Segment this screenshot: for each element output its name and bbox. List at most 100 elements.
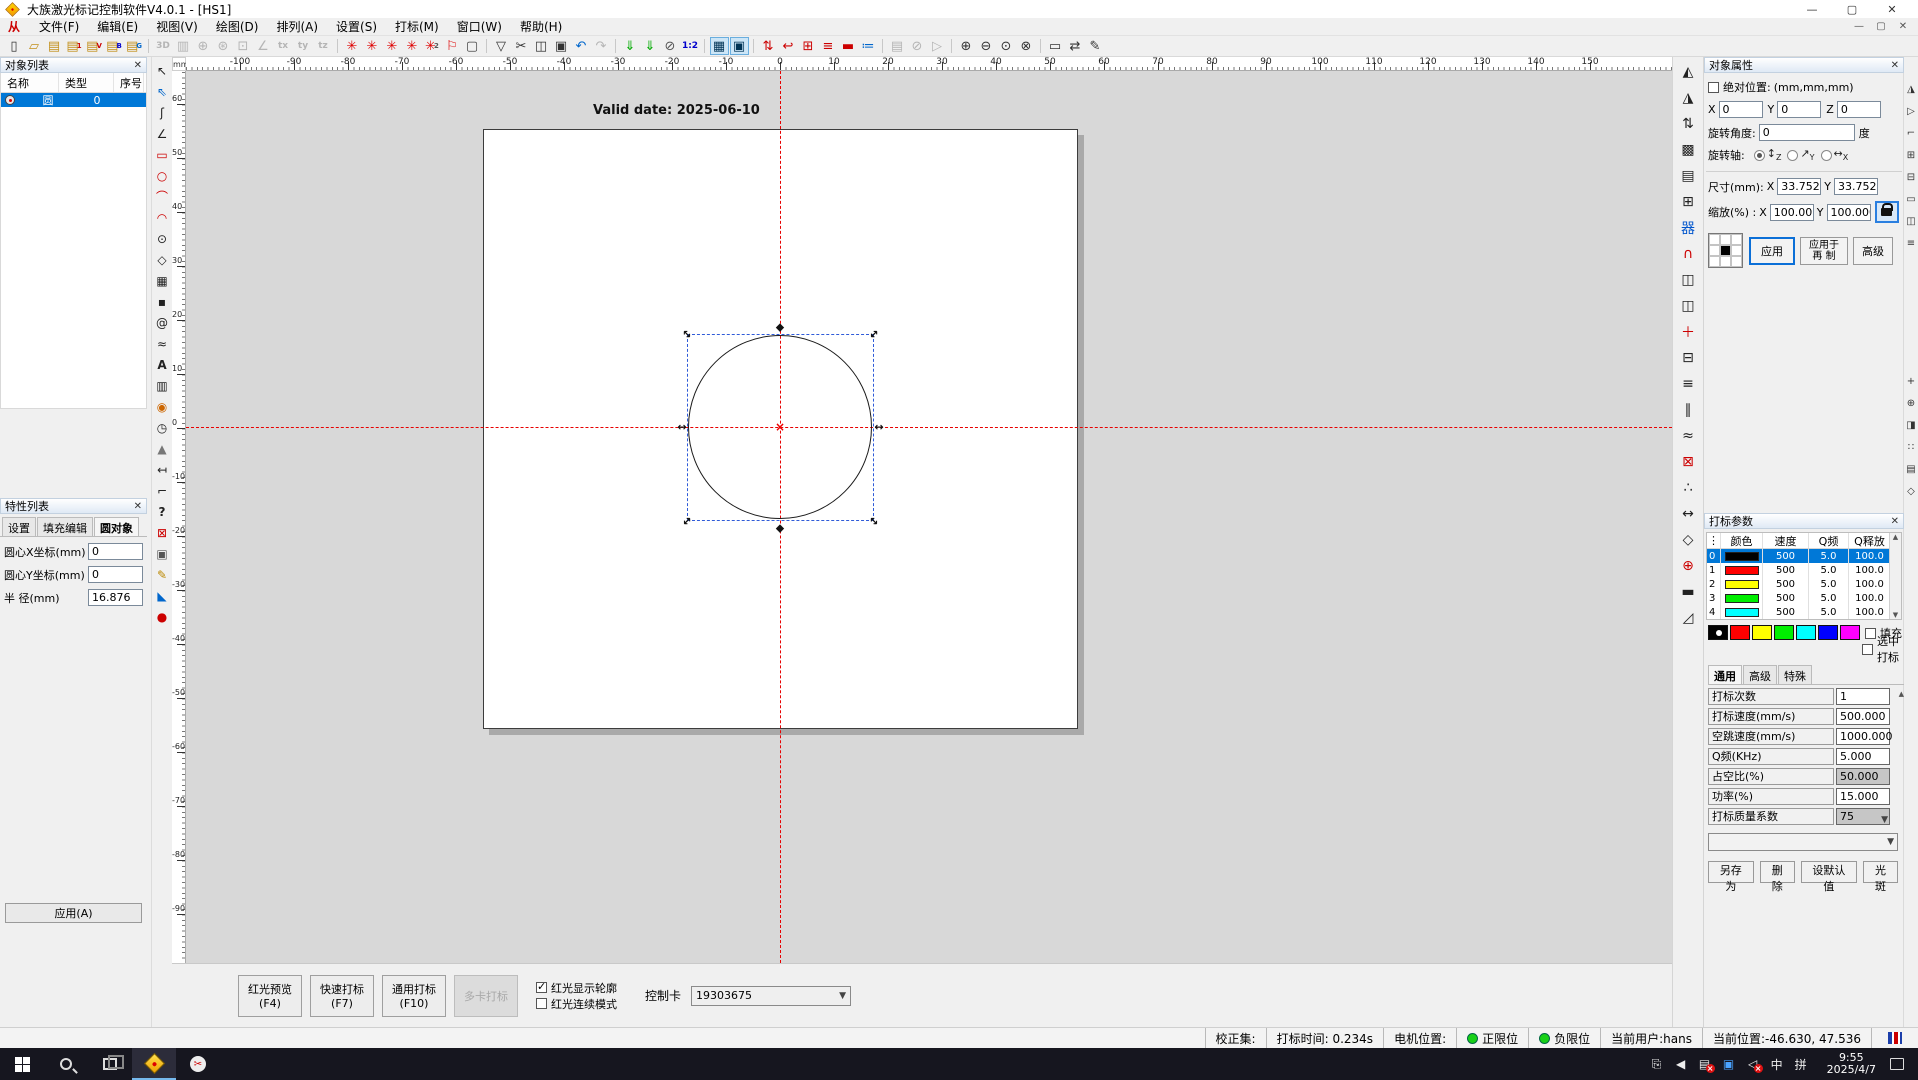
checkbox-1[interactable] bbox=[536, 998, 547, 1009]
tool-apple-icon[interactable]: ● bbox=[153, 607, 171, 626]
modify-matrix-icon[interactable]: 器 bbox=[1677, 217, 1699, 239]
toolbar-disable-icon[interactable]: ⊘ bbox=[908, 37, 927, 55]
modify-lines-icon[interactable]: ≡ bbox=[1677, 373, 1699, 395]
apply-properties-button[interactable]: 应用 bbox=[1749, 237, 1795, 265]
anchor-cell[interactable] bbox=[1720, 234, 1731, 245]
tool-corner-icon[interactable]: ⌐ bbox=[153, 481, 171, 500]
close-icon[interactable]: ✕ bbox=[1891, 60, 1899, 71]
mdi-close-button[interactable]: ✕ bbox=[1892, 21, 1914, 32]
toolbar-red-light-icon[interactable]: ⚐ bbox=[443, 37, 462, 55]
tool-import-vector-icon[interactable]: ↤ bbox=[153, 460, 171, 479]
toolbar-draft-edit-icon[interactable]: ✎ bbox=[1086, 37, 1105, 55]
parameter-row[interactable]: 45005.0100.0 bbox=[1707, 605, 1901, 619]
mdi-maximize-button[interactable]: ▢ bbox=[1870, 21, 1892, 32]
property-field-input-0[interactable]: 0 bbox=[88, 543, 143, 560]
palette-color-6[interactable] bbox=[1840, 625, 1860, 640]
parameter-preset-select[interactable]: ▼ bbox=[1708, 833, 1898, 851]
toolbar-text-speed-icon[interactable]: ≡ bbox=[819, 37, 838, 55]
size-y-field[interactable]: 33.752 bbox=[1834, 178, 1878, 195]
advanced-button[interactable]: 高级 bbox=[1853, 237, 1893, 265]
align-rows-icon[interactable]: ▤ bbox=[1904, 461, 1918, 477]
toolbar-mark-preview-icon[interactable]: ▥ bbox=[174, 37, 193, 55]
toolbar-text-query-icon[interactable]: ≔ bbox=[859, 37, 878, 55]
tool-curve-icon[interactable]: ◠ bbox=[153, 208, 171, 227]
tool-help-icon[interactable]: ? bbox=[153, 502, 171, 521]
mark-param-value-6[interactable]: 75▼ bbox=[1836, 808, 1890, 825]
drawing-canvas[interactable]: Valid date: 2025-06-10 ↔↔↔↔↔↔◆◆× bbox=[186, 71, 1672, 963]
quick-mark-button[interactable]: 快速打标(F7) bbox=[310, 975, 374, 1017]
modify-curve-fit-icon[interactable]: ∩ bbox=[1677, 243, 1699, 265]
modify-add-node-icon[interactable]: ＋ bbox=[1677, 321, 1699, 343]
scale-x-field[interactable]: 100.000 bbox=[1770, 204, 1814, 221]
align-target-icon[interactable]: ⊕ bbox=[1904, 395, 1918, 411]
tool-polyline-icon[interactable]: ∠ bbox=[153, 124, 171, 143]
modify-weld-icon[interactable]: ⊕ bbox=[1677, 555, 1699, 577]
palette-color-3[interactable] bbox=[1774, 625, 1794, 640]
scale-y-field[interactable]: 100.000 bbox=[1827, 204, 1871, 221]
parameter-row[interactable]: 15005.0100.0 bbox=[1707, 563, 1901, 577]
toolbar-laser-spot-x2-icon[interactable]: ✳2 bbox=[423, 37, 442, 55]
tool-text-icon[interactable]: A bbox=[153, 355, 171, 374]
align-align-left-icon[interactable]: ◮ bbox=[1904, 81, 1918, 97]
anchor-cell[interactable] bbox=[1709, 245, 1720, 256]
modify-delete-object-icon[interactable]: ⊠ bbox=[1677, 451, 1699, 473]
toolbar-page-setup-icon[interactable]: ▭ bbox=[1046, 37, 1065, 55]
taskbar-search-button[interactable] bbox=[44, 1048, 88, 1080]
scroll-up-icon[interactable]: ▲ bbox=[1899, 690, 1904, 698]
tray-usb-icon[interactable]: ⎘ bbox=[1645, 1057, 1669, 1072]
red-preview-button[interactable]: 红光预览(F4) bbox=[238, 975, 302, 1017]
modify-align-up-icon[interactable]: ◭ bbox=[1677, 61, 1699, 83]
taskbar-app-laser-software[interactable] bbox=[132, 1048, 176, 1080]
tool-polygon-icon[interactable]: ◇ bbox=[153, 250, 171, 269]
anchor-cell[interactable] bbox=[1709, 256, 1720, 267]
mdi-minimize-button[interactable]: — bbox=[1848, 21, 1870, 32]
size-x-field[interactable]: 33.752 bbox=[1777, 178, 1821, 195]
toolbar-export-b-icon[interactable]: ▤B bbox=[105, 37, 124, 55]
fill-checkbox[interactable] bbox=[1865, 628, 1876, 639]
tool-point-icon[interactable]: ▪ bbox=[153, 292, 171, 311]
mark-tab-2[interactable]: 特殊 bbox=[1778, 665, 1812, 684]
toolbar-swap-view-icon[interactable]: ⇄ bbox=[1066, 37, 1085, 55]
palette-color-4[interactable] bbox=[1796, 625, 1816, 640]
modify-hatch-icon[interactable]: ▩ bbox=[1677, 139, 1699, 161]
minimize-button[interactable]: — bbox=[1792, 3, 1832, 16]
absolute-position-checkbox[interactable] bbox=[1708, 82, 1719, 93]
tool-mountain-icon[interactable]: ▲ bbox=[153, 439, 171, 458]
tray-volume-icon[interactable]: ◁× bbox=[1741, 1057, 1765, 1071]
anchor-cell[interactable] bbox=[1720, 256, 1731, 267]
mark-param-button-0[interactable]: 另存为 bbox=[1708, 861, 1754, 883]
tray-speaker-icon[interactable]: ◀ bbox=[1669, 1057, 1693, 1071]
tool-point-circle-icon[interactable]: ⊙ bbox=[153, 229, 171, 248]
close-icon[interactable]: ✕ bbox=[134, 60, 142, 71]
toolbar-eraser-icon[interactable]: ⊘ bbox=[661, 37, 680, 55]
toolbar-text-reorder-icon[interactable]: ↩ bbox=[779, 37, 798, 55]
parameter-row[interactable]: 05005.0100.0 bbox=[1707, 549, 1901, 563]
rotation-axis-z-radio[interactable] bbox=[1754, 150, 1765, 161]
toolbar-filter-icon[interactable]: ▽ bbox=[492, 37, 511, 55]
menu-view[interactable]: 视图(V) bbox=[147, 18, 207, 35]
modify-grid-copy-icon[interactable]: ⊞ bbox=[1677, 191, 1699, 213]
tool-rectangle-icon[interactable]: ▭ bbox=[153, 145, 171, 164]
menu-window[interactable]: 窗口(W) bbox=[448, 18, 511, 35]
anchor-cell[interactable] bbox=[1731, 256, 1742, 267]
tool-pencil-icon[interactable]: ✎ bbox=[153, 565, 171, 584]
property-field-input-2[interactable]: 16.876 bbox=[88, 589, 143, 606]
toolbar-vertical-text-icon[interactable]: ⇅ bbox=[759, 37, 778, 55]
align-spacing-icon[interactable]: ≡ bbox=[1904, 235, 1918, 251]
tool-fill-bucket-icon[interactable]: ◣ bbox=[153, 586, 171, 605]
rotation-axis-x-radio[interactable] bbox=[1821, 150, 1832, 161]
tray-network-icon[interactable]: ▤× bbox=[1693, 1057, 1717, 1071]
toolbar-axis-tz-icon[interactable]: tz bbox=[314, 37, 333, 55]
general-mark-button[interactable]: 通用打标(F10) bbox=[382, 975, 446, 1017]
object-list-column-1[interactable]: 类型 bbox=[59, 73, 114, 92]
toolbar-laser-spot-2-icon[interactable]: ✳ bbox=[363, 37, 382, 55]
property-tab-0[interactable]: 设置 bbox=[2, 517, 36, 536]
toolbar-zoom-in-icon[interactable]: ⊕ bbox=[957, 37, 976, 55]
palette-color-1[interactable] bbox=[1730, 625, 1750, 640]
selection-handle[interactable]: ◆ bbox=[776, 322, 784, 333]
menu-help[interactable]: 帮助(H) bbox=[511, 18, 571, 35]
toolbar-panel-icon[interactable]: ▷ bbox=[928, 37, 947, 55]
modify-move-horizontal-icon[interactable]: ↔ bbox=[1677, 503, 1699, 525]
x-position-field[interactable]: 0 bbox=[1719, 101, 1763, 118]
z-position-field[interactable]: 0 bbox=[1837, 101, 1881, 118]
